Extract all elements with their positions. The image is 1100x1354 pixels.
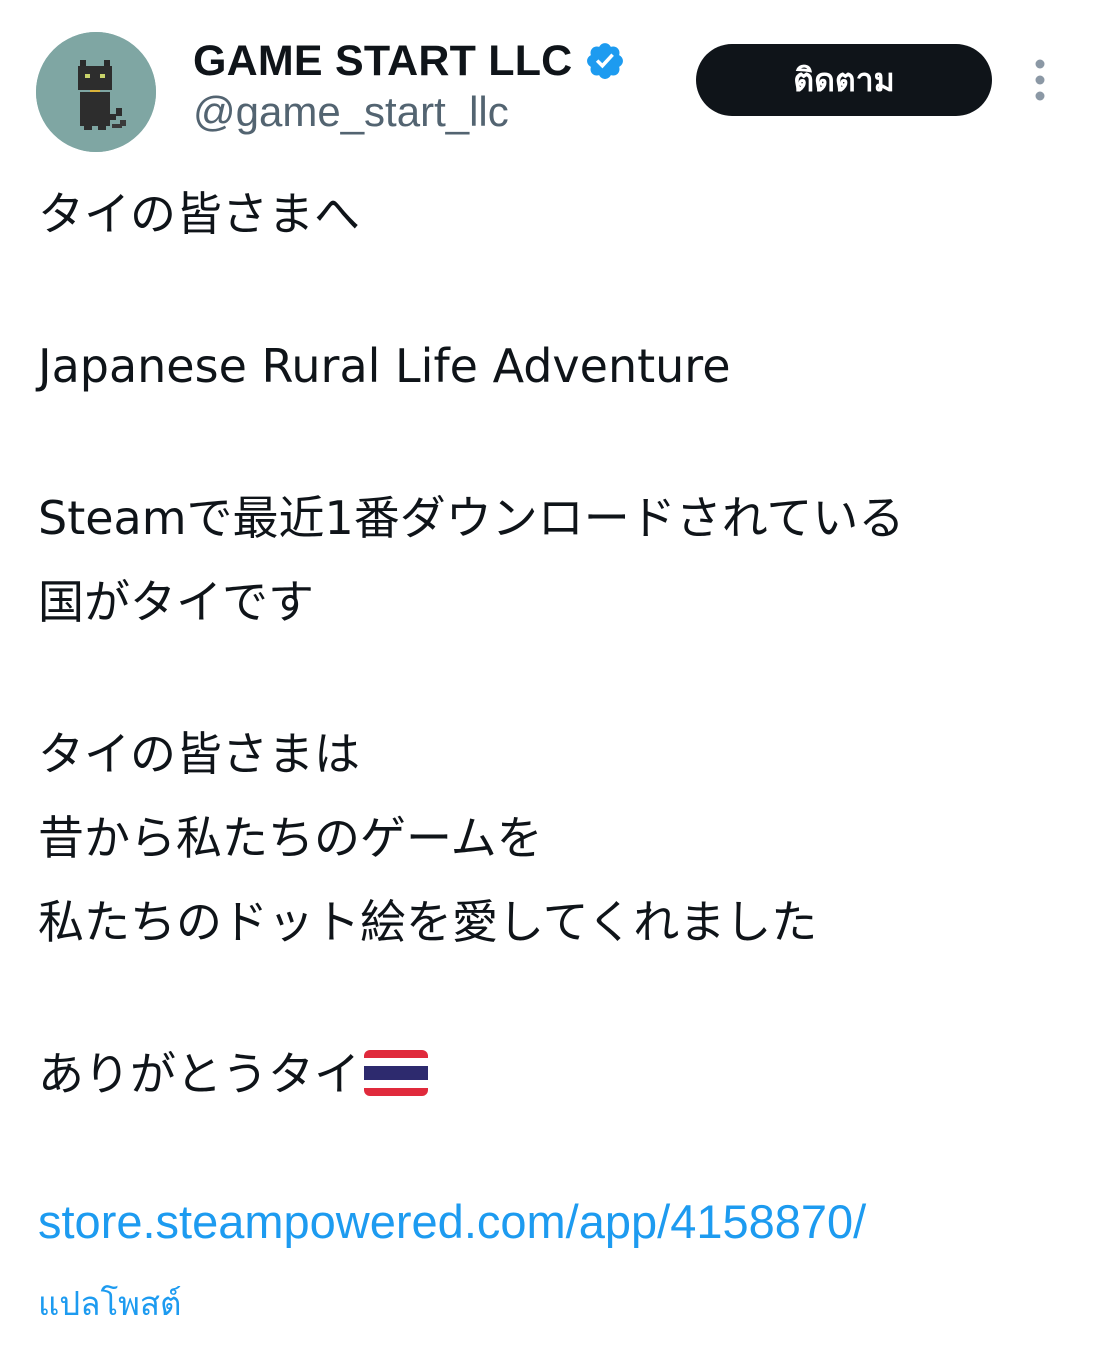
tweet-line: タイの皆さまへ <box>38 187 360 241</box>
more-options-button[interactable] <box>1020 56 1060 104</box>
user-handle[interactable]: @game_start_llc <box>193 88 509 136</box>
tweet-text: タイの皆さまへ Japanese Rural Life Adventure St… <box>38 172 1078 1116</box>
display-name[interactable]: GAME START LLC <box>193 37 572 86</box>
vertical-ellipsis-icon <box>1035 59 1045 101</box>
tweet-line: タイの皆さまは <box>38 727 360 781</box>
verified-badge-icon <box>587 43 624 79</box>
tweet-line: Japanese Rural Life Adventure <box>38 339 731 393</box>
tweet-line: ありがとうタイ <box>38 1047 360 1101</box>
steam-store-link[interactable]: store.steampowered.com/app/4158870/ <box>38 1182 866 1262</box>
display-name-row: GAME START LLC <box>193 36 626 86</box>
tweet-header: GAME START LLC @game_start_llc ติดตาม <box>0 0 1100 160</box>
tweet-line: 国がタイです <box>38 575 314 629</box>
avatar[interactable] <box>36 32 156 152</box>
tweet-line: Steamで最近1番ダウンロードされている <box>38 491 905 545</box>
tweet-line: 私たちのドット絵を愛してくれました <box>38 895 818 949</box>
tweet-line: 昔から私たちのゲームを <box>38 811 543 865</box>
follow-button[interactable]: ติดตาม <box>696 44 992 116</box>
thailand-flag-icon <box>364 1050 428 1096</box>
tweet-line-with-flag: ありがとうタイ <box>38 1032 1078 1116</box>
translate-post-button[interactable]: แปลโพสต์ <box>38 1280 182 1328</box>
pixel-cat-icon <box>36 32 156 152</box>
